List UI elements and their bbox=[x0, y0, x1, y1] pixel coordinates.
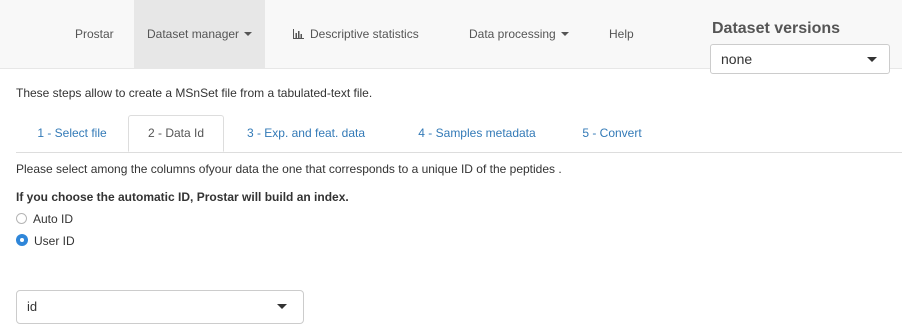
radio-user-id[interactable]: User ID bbox=[16, 233, 75, 249]
chevron-down-icon bbox=[560, 32, 569, 36]
id-column-value: id bbox=[27, 299, 38, 314]
nav-dataset-manager-label: Dataset manager bbox=[147, 27, 240, 41]
radio-checked-icon bbox=[16, 234, 28, 246]
radio-auto-id-label: Auto ID bbox=[33, 212, 74, 226]
dataset-versions-value: none bbox=[721, 51, 753, 67]
dataset-versions-select[interactable]: none bbox=[710, 44, 890, 74]
dataset-versions-title: Dataset versions bbox=[712, 20, 841, 37]
radio-unchecked-icon bbox=[16, 213, 27, 224]
tab-data-id[interactable]: 2 - Data Id bbox=[128, 115, 224, 152]
chevron-down-icon bbox=[244, 32, 253, 36]
intro-text: These steps allow to create a MSnSet fil… bbox=[16, 86, 373, 100]
automatic-id-note: If you choose the automatic ID, Prostar … bbox=[16, 190, 349, 204]
radio-auto-id[interactable]: Auto ID bbox=[16, 211, 73, 227]
tab-bar: 1 - Select file 2 - Data Id 3 - Exp. and… bbox=[16, 115, 902, 153]
nav-data-processing-label: Data processing bbox=[469, 27, 556, 41]
bar-chart-icon bbox=[293, 29, 304, 39]
nav-dataset-manager[interactable]: Dataset manager bbox=[134, 0, 266, 68]
nav-brand-prostar[interactable]: Prostar bbox=[75, 0, 114, 68]
tab-samples-metadata[interactable]: 4 - Samples metadata bbox=[388, 115, 566, 152]
chevron-down-icon bbox=[277, 304, 287, 309]
nav-descriptive-statistics[interactable]: Descriptive statistics bbox=[293, 0, 419, 68]
tab-exp-feat-data[interactable]: 3 - Exp. and feat. data bbox=[224, 115, 388, 152]
top-navbar: Prostar Dataset manager Descriptive stat… bbox=[0, 0, 902, 74]
help-text: Please select among the columns ofyour d… bbox=[16, 162, 562, 176]
radio-user-id-label: User ID bbox=[34, 234, 75, 248]
nav-descriptive-statistics-label: Descriptive statistics bbox=[310, 27, 419, 41]
tab-convert[interactable]: 5 - Convert bbox=[566, 115, 658, 152]
chevron-down-icon bbox=[867, 57, 877, 62]
id-column-select[interactable]: id bbox=[16, 290, 304, 324]
tab-select-file[interactable]: 1 - Select file bbox=[16, 115, 128, 152]
nav-help[interactable]: Help bbox=[609, 0, 634, 68]
nav-data-processing[interactable]: Data processing bbox=[469, 0, 569, 68]
